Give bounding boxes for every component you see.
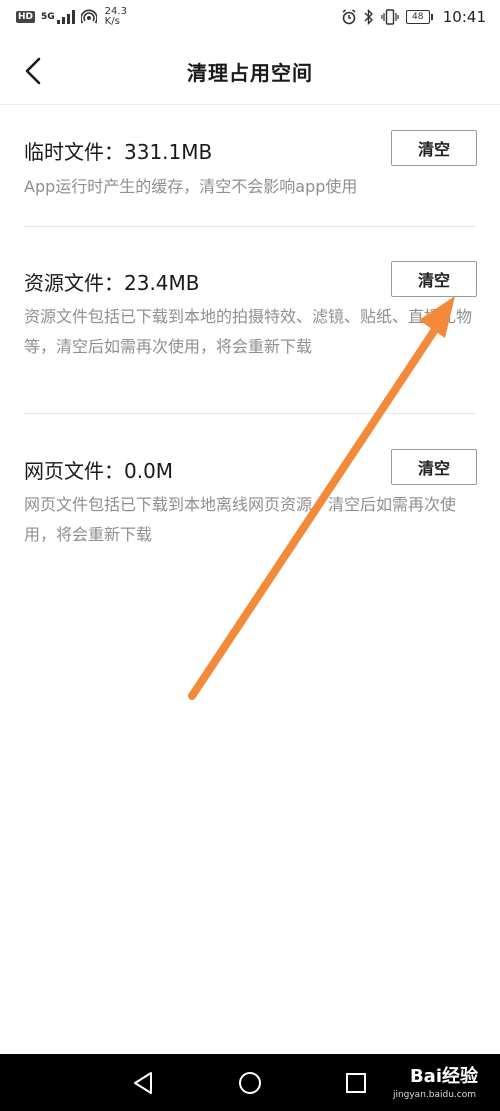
page-title: 清理占用空间 bbox=[187, 61, 313, 85]
resource-files-title: 资源文件：23.4MB bbox=[24, 271, 200, 295]
status-right: 48 10:41 bbox=[341, 8, 486, 26]
clock: 10:41 bbox=[442, 8, 486, 26]
network-5g-label: 5G bbox=[41, 12, 55, 22]
network-speed-unit: K/s bbox=[104, 16, 120, 27]
hd-badge: HD bbox=[16, 11, 36, 23]
hotspot-icon bbox=[80, 9, 97, 24]
network-speed: 24.3 K/s bbox=[105, 7, 127, 27]
baidu-jingyan-watermark: Bai经验 bbox=[409, 1066, 478, 1087]
web-files-description: 网页文件包括已下载到本地离线网页资源，清空后如需再次使用，将会重新下载 bbox=[24, 495, 457, 544]
web-files-section: 网页文件：0.0M 清空 网页文件包括已下载到本地离线网页资源，清空后如需再次使… bbox=[0, 449, 500, 559]
bluetooth-icon bbox=[364, 9, 373, 25]
nav-recents-icon[interactable] bbox=[343, 1070, 369, 1096]
clear-resource-files-button[interactable]: 清空 bbox=[391, 261, 477, 297]
battery-indicator: 48 bbox=[405, 10, 433, 24]
temp-files-section: 临时文件：331.1MB 清空 App运行时产生的缓存，清空不会影响app使用 bbox=[0, 130, 500, 226]
navigation-bar: Bai经验 jingyan.baidu.com bbox=[0, 1054, 500, 1111]
clear-temp-files-button[interactable]: 清空 bbox=[391, 130, 477, 166]
status-bar: HD 5G 24.3 K/s 48 10:41 bbox=[0, 0, 500, 38]
status-left: HD 5G 24.3 K/s bbox=[16, 7, 127, 27]
nav-home-icon[interactable] bbox=[237, 1070, 263, 1096]
nav-back-icon[interactable] bbox=[131, 1070, 157, 1096]
divider bbox=[24, 413, 476, 414]
resource-files-description: 资源文件包括已下载到本地的拍摄特效、滤镜、贴纸、直播礼物等，清空后如需再次使用，… bbox=[24, 307, 473, 356]
temp-files-title: 临时文件：331.1MB bbox=[24, 140, 213, 164]
app-header: 清理占用空间 bbox=[0, 38, 500, 105]
signal-icon bbox=[56, 10, 75, 24]
screen: HD 5G 24.3 K/s 48 10:41 清理占用空间 临时文件：331.… bbox=[0, 0, 500, 1111]
divider bbox=[24, 226, 476, 227]
temp-files-description: App运行时产生的缓存，清空不会影响app使用 bbox=[24, 177, 358, 196]
vibrate-icon bbox=[381, 9, 399, 25]
watermark-url: jingyan.baidu.com bbox=[392, 1090, 476, 1100]
resource-files-section: 资源文件：23.4MB 清空 资源文件包括已下载到本地的拍摄特效、滤镜、贴纸、直… bbox=[0, 261, 500, 411]
alarm-icon bbox=[342, 9, 356, 25]
web-files-title: 网页文件：0.0M bbox=[24, 459, 174, 483]
clear-web-files-button[interactable]: 清空 bbox=[391, 449, 477, 485]
